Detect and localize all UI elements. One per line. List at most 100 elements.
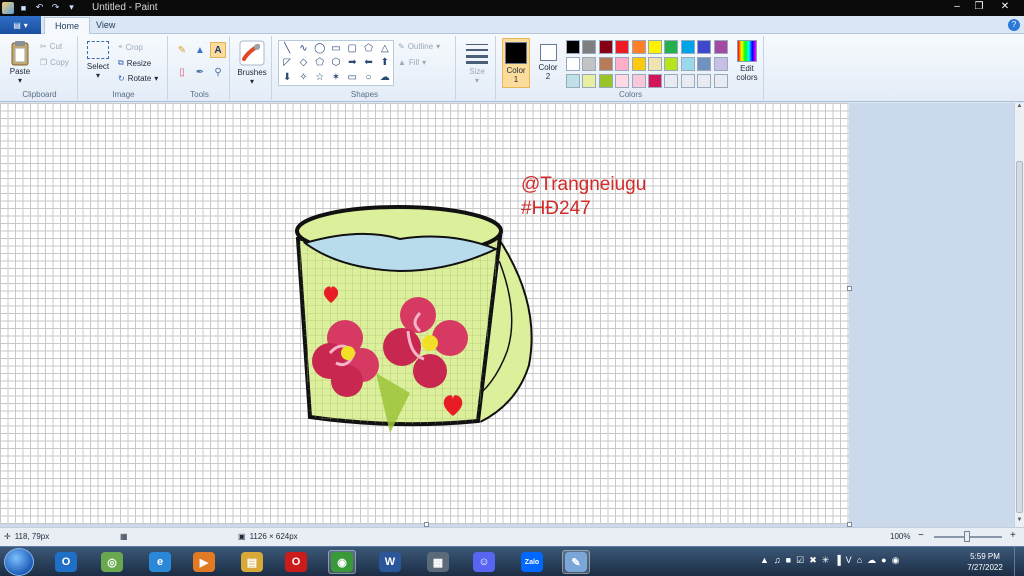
outline-button[interactable]: ✎ Outline ▾ [398, 42, 440, 51]
cloud-callout-shape-icon[interactable]: ☁ [377, 70, 393, 85]
diamond-shape-icon[interactable]: ◇ [295, 56, 311, 71]
taskbar-app-green-icon[interactable]: ◎ [98, 550, 126, 574]
palette-swatch[interactable] [631, 40, 646, 54]
text-tool-icon[interactable]: A [210, 42, 226, 58]
tab-view[interactable]: View [86, 17, 125, 34]
palette-swatch[interactable] [713, 57, 728, 71]
palette-swatch[interactable] [582, 57, 597, 71]
rounded-rectangle-shape-icon[interactable]: ▢ [344, 41, 360, 56]
palette-swatch[interactable] [566, 40, 580, 54]
tray-icon[interactable]: ▐ [834, 555, 840, 566]
palette-swatch[interactable] [713, 74, 728, 88]
palette-swatch[interactable] [598, 57, 613, 71]
four-point-star-shape-icon[interactable]: ✧ [295, 70, 311, 85]
palette-swatch[interactable] [713, 40, 728, 54]
tray-icon[interactable]: ■ [786, 555, 791, 566]
tray-icon[interactable]: ✳ [822, 555, 830, 566]
show-desktop-button[interactable] [1014, 547, 1024, 576]
tab-home[interactable]: Home [44, 17, 91, 34]
oval-shape-icon[interactable]: ◯ [312, 41, 328, 56]
select-button[interactable]: Select ▾ [84, 41, 112, 80]
rect-callout-shape-icon[interactable]: ▭ [344, 70, 360, 85]
palette-swatch[interactable] [664, 74, 679, 88]
palette-swatch[interactable] [664, 40, 679, 54]
six-point-star-shape-icon[interactable]: ✶ [328, 70, 344, 85]
taskbar-calculator-icon[interactable]: ▦ [424, 550, 452, 574]
scrollbar-thumb[interactable] [1016, 161, 1023, 513]
zoom-in-button[interactable]: + [1010, 530, 1016, 541]
triangle-shape-icon[interactable]: △ [377, 41, 393, 56]
pentagon-shape-icon[interactable]: ⬠ [312, 56, 328, 71]
palette-swatch[interactable] [697, 74, 712, 88]
up-arrow-shape-icon[interactable]: ⬆ [377, 56, 393, 71]
zoom-out-button[interactable]: − [918, 530, 924, 541]
undo-icon[interactable]: ↶ [33, 1, 46, 14]
palette-swatch[interactable] [598, 40, 613, 54]
taskbar-media-player-icon[interactable]: ▶ [190, 550, 218, 574]
scroll-up-icon[interactable]: ▲ [1015, 103, 1024, 113]
palette-swatch[interactable] [648, 40, 662, 54]
palette-swatch[interactable] [648, 57, 662, 71]
paint-app-icon[interactable] [2, 1, 14, 14]
taskbar-file-explorer-icon[interactable]: ▤ [238, 550, 266, 574]
tray-icon[interactable]: ☑ [796, 555, 804, 566]
color2-selector[interactable]: Color 2 [534, 38, 562, 88]
tray-icon[interactable]: ☁ [867, 555, 876, 566]
tray-icon[interactable]: ▲ [760, 555, 769, 566]
palette-swatch[interactable] [680, 74, 695, 88]
start-button[interactable] [4, 548, 34, 576]
tray-icon[interactable]: ◉ [892, 555, 900, 566]
minimize-button[interactable]: – [946, 0, 968, 13]
tray-icon[interactable]: ⌂ [857, 555, 862, 566]
curve-shape-icon[interactable]: ∿ [295, 41, 311, 56]
zoom-slider-knob[interactable] [964, 531, 970, 542]
taskbar-internet-explorer-icon[interactable]: e [146, 550, 174, 574]
taskbar-zalo-icon[interactable]: Zalo [518, 550, 546, 574]
palette-swatch[interactable] [648, 74, 662, 88]
scroll-down-icon[interactable]: ▼ [1015, 517, 1024, 527]
copy-button[interactable]: ❐ Copy [40, 58, 69, 67]
palette-swatch[interactable] [664, 57, 679, 71]
right-triangle-shape-icon[interactable]: ◸ [279, 56, 295, 71]
left-arrow-shape-icon[interactable]: ⬅ [360, 56, 376, 71]
cut-button[interactable]: ✂ Cut [40, 42, 62, 51]
palette-swatch[interactable] [615, 40, 630, 54]
edit-colors-button[interactable]: Edit colors [732, 40, 762, 82]
vertical-scrollbar[interactable]: ▲ ▼ [1014, 103, 1024, 527]
customize-toolbar-icon[interactable]: ▾ [65, 1, 78, 14]
paste-button[interactable]: Paste ▾ [6, 39, 34, 85]
hexagon-shape-icon[interactable]: ⬡ [328, 56, 344, 71]
polygon-shape-icon[interactable]: ⬠ [360, 41, 376, 56]
down-arrow-shape-icon[interactable]: ⬇ [279, 70, 295, 85]
taskbar-outlook-icon[interactable]: O [52, 550, 80, 574]
canvas-resize-handle-right[interactable] [847, 286, 852, 291]
palette-swatch[interactable] [615, 74, 630, 88]
oval-callout-shape-icon[interactable]: ○ [360, 70, 376, 85]
taskbar-opera-icon[interactable]: O [282, 550, 310, 574]
magnifier-icon[interactable]: ⚲ [210, 64, 226, 80]
palette-swatch[interactable] [582, 74, 597, 88]
help-icon[interactable]: ? [1008, 19, 1020, 31]
clock[interactable]: 5:59 PM 7/27/2022 [962, 551, 1008, 573]
size-button[interactable]: Size ▾ [462, 42, 492, 85]
crop-button[interactable]: ⌖ Crop [118, 42, 143, 52]
palette-swatch[interactable] [697, 40, 712, 54]
tray-icon[interactable]: ♫ [774, 555, 781, 566]
palette-swatch[interactable] [697, 57, 712, 71]
palette-swatch[interactable] [680, 57, 695, 71]
drawing-canvas[interactable]: @Trangneiugu #HĐ247 [0, 103, 849, 524]
palette-swatch[interactable] [582, 40, 597, 54]
palette-swatch[interactable] [615, 57, 630, 71]
tray-icon[interactable]: ● [881, 555, 886, 566]
palette-swatch[interactable] [566, 74, 580, 88]
palette-swatch[interactable] [631, 74, 646, 88]
rectangle-shape-icon[interactable]: ▭ [328, 41, 344, 56]
save-icon[interactable]: ■ [17, 1, 30, 14]
palette-swatch[interactable] [566, 57, 580, 71]
file-menu-button[interactable]: ▤ ▾ [0, 16, 41, 34]
palette-swatch[interactable] [598, 74, 613, 88]
taskbar-chrome-icon[interactable]: ◉ [328, 550, 356, 574]
fill-bucket-icon[interactable]: ▲ [192, 42, 208, 58]
pencil-icon[interactable]: ✎ [174, 42, 190, 58]
zoom-slider[interactable] [934, 531, 1002, 542]
